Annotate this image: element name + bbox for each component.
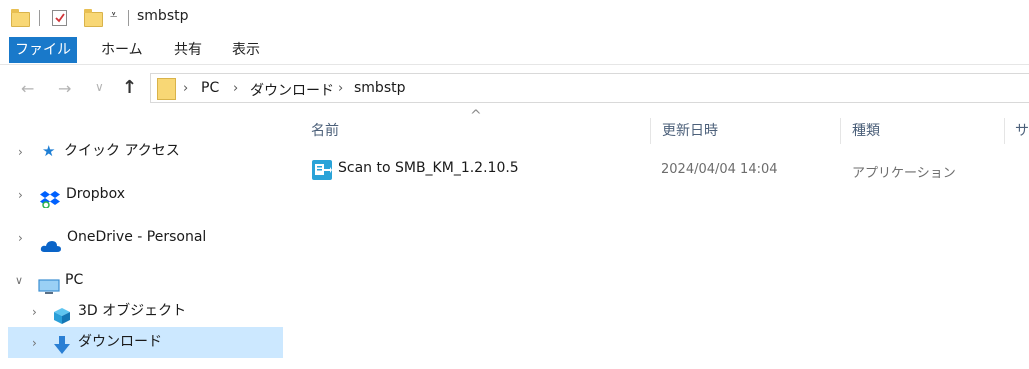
nav-item-quick-access[interactable]: › ★ クイック アクセス (0, 133, 280, 169)
ribbon-bar (0, 36, 1029, 65)
nav-item-dropbox[interactable]: › Dropbox (0, 176, 280, 212)
sort-ascending-icon: ^ (470, 108, 482, 124)
new-folder-icon[interactable] (84, 9, 103, 27)
breadcrumb-separator-icon[interactable]: › (338, 81, 343, 96)
tab-view[interactable]: 表示 (232, 37, 260, 63)
chevron-right-icon[interactable]: › (18, 220, 23, 256)
application-icon (312, 160, 332, 184)
column-header-modified[interactable]: 更新日時 (662, 120, 718, 140)
chevron-right-icon[interactable]: › (18, 177, 23, 213)
column-header-name[interactable]: 名前 (311, 120, 339, 140)
breadcrumb-separator-icon[interactable]: › (183, 81, 188, 96)
up-arrow-icon[interactable]: ↑ (122, 77, 137, 98)
dropbox-icon (40, 186, 60, 222)
nav-item-label: クイック アクセス (64, 143, 180, 159)
breadcrumb-downloads[interactable]: ダウンロード (250, 80, 334, 100)
forward-arrow-icon[interactable]: → (58, 79, 71, 98)
table-row[interactable]: Scan to SMB_KM_1.2.10.5 2024/04/04 14:04… (300, 152, 1029, 188)
recent-locations-icon[interactable]: ∨ (95, 80, 104, 94)
column-header-size[interactable]: サ (1015, 120, 1029, 140)
window-title: smbstp (137, 8, 189, 24)
column-header-type[interactable]: 種類 (852, 120, 880, 140)
column-divider[interactable] (650, 118, 651, 144)
breadcrumb-pc[interactable]: PC (201, 80, 219, 96)
file-modified: 2024/04/04 14:04 (661, 162, 778, 177)
properties-check-icon[interactable] (52, 10, 67, 26)
back-arrow-icon[interactable]: ← (21, 79, 34, 98)
title-separator (128, 10, 129, 26)
nav-item-downloads[interactable]: › ダウンロード (0, 324, 280, 360)
star-icon: ★ (42, 142, 56, 160)
nav-item-label: OneDrive - Personal (67, 229, 207, 245)
column-divider[interactable] (840, 118, 841, 144)
column-divider[interactable] (1004, 118, 1005, 144)
nav-item-label: Dropbox (66, 186, 125, 202)
chevron-right-icon[interactable]: › (18, 134, 23, 170)
tab-file[interactable]: ファイル (9, 37, 77, 63)
folder-icon (11, 9, 30, 27)
download-arrow-icon (54, 333, 70, 369)
customize-quick-access-icon[interactable]: ⩡ (110, 8, 117, 23)
breadcrumb-smbstp[interactable]: smbstp (354, 80, 406, 96)
nav-item-label: ダウンロード (78, 334, 162, 350)
address-folder-icon (157, 78, 176, 100)
chevron-right-icon[interactable]: › (32, 325, 37, 361)
tab-home[interactable]: ホーム (101, 37, 143, 63)
tab-share[interactable]: 共有 (174, 37, 202, 63)
file-name[interactable]: Scan to SMB_KM_1.2.10.5 (338, 160, 519, 176)
breadcrumb-separator-icon[interactable]: › (233, 81, 238, 96)
nav-item-onedrive[interactable]: › OneDrive - Personal (0, 219, 280, 255)
file-type: アプリケーション (852, 166, 956, 181)
quick-access-separator (39, 10, 40, 26)
